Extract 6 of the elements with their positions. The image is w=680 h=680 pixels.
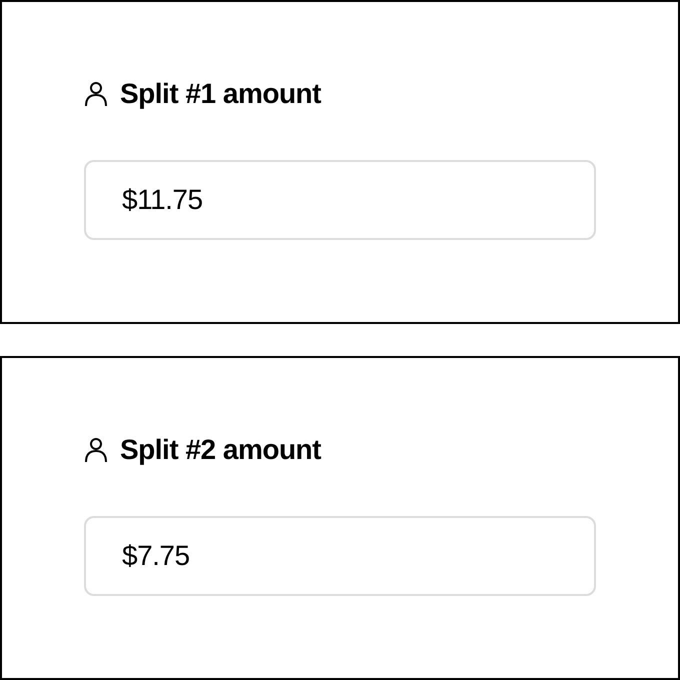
person-icon xyxy=(84,437,108,463)
amount-field[interactable]: $7.75 xyxy=(84,516,596,596)
split-label: Split #2 amount xyxy=(120,434,321,466)
person-icon xyxy=(84,81,108,107)
split-label: Split #1 amount xyxy=(120,78,321,110)
amount-field[interactable]: $11.75 xyxy=(84,160,596,240)
